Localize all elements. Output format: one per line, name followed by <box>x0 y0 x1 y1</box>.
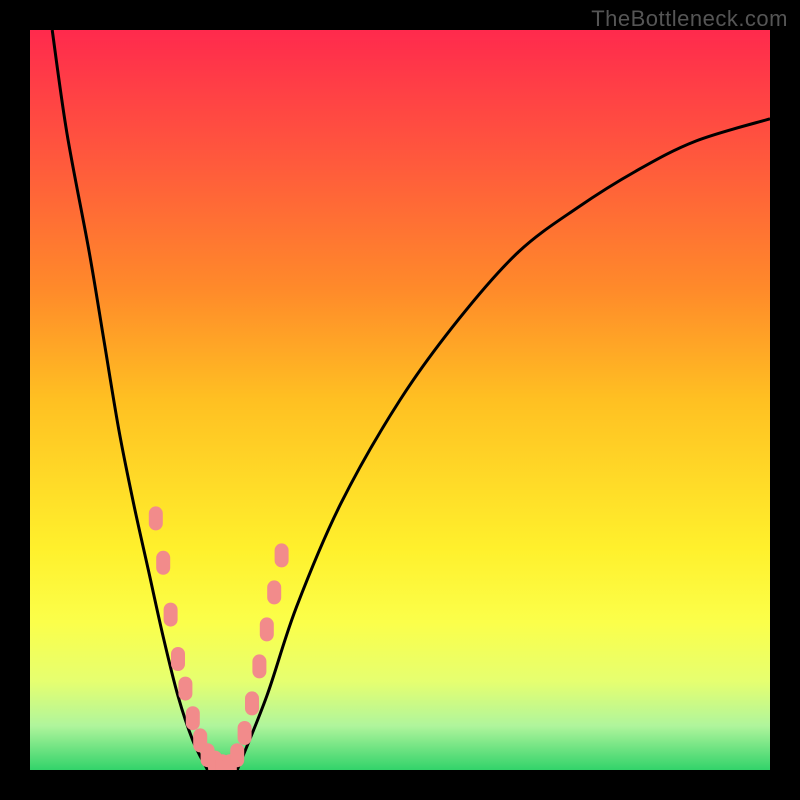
marker-dot <box>171 647 185 671</box>
marker-dot <box>260 617 274 641</box>
marker-dot <box>149 506 163 530</box>
chart-frame: TheBottleneck.com <box>0 0 800 800</box>
marker-dot <box>267 580 281 604</box>
marker-dot <box>252 654 266 678</box>
plot-area <box>30 30 770 770</box>
marker-dot <box>275 543 289 567</box>
marker-dot <box>245 691 259 715</box>
marker-dot <box>164 603 178 627</box>
markers-layer <box>30 30 770 770</box>
marker-dot <box>178 677 192 701</box>
marker-dot <box>238 721 252 745</box>
marker-dot <box>156 551 170 575</box>
marker-dot <box>230 743 244 767</box>
marker-dot <box>186 706 200 730</box>
watermark-text: TheBottleneck.com <box>591 6 788 32</box>
